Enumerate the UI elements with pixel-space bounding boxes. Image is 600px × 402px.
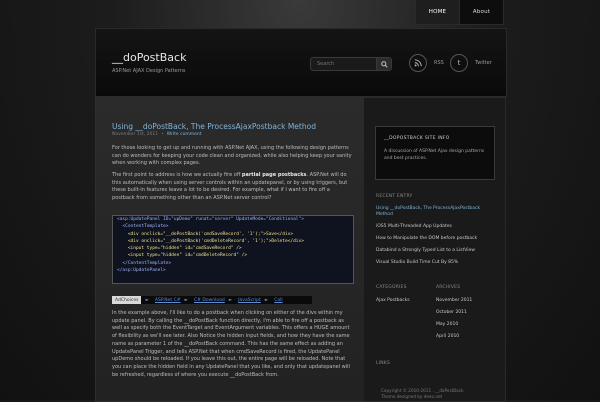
recent-entry-link[interactable]: iOS5 Multi-Threaded App Updates (376, 224, 452, 230)
rss-link[interactable]: RSS (409, 54, 444, 72)
ad-arrow-icon: ► (184, 297, 189, 303)
site-header: __doPostBack ASP.Net AJAX Design Pattern… (95, 28, 507, 97)
rss-icon (409, 54, 427, 72)
top-navigation: HOME About (415, 0, 504, 25)
search-icon (380, 60, 388, 68)
ad-link[interactable]: JavaScript (238, 298, 261, 303)
code-line: <div onclick="__doPostBack('cmdDeleteRec… (117, 238, 304, 244)
ad-link[interactable]: C# Download (194, 298, 225, 303)
recent-entry-heading: RECENT ENTRY (376, 194, 413, 199)
post-paragraph-2: The first point to address is how we act… (112, 172, 352, 203)
site-title[interactable]: __doPostBack (112, 51, 186, 64)
code-line: </asp:UpdatePanel> (117, 268, 166, 274)
recent-entry-link[interactable]: Visual Studio Build Time Cut By 85% (376, 260, 458, 266)
search-button[interactable] (376, 58, 391, 70)
ad-arrow-icon: ► (228, 297, 233, 303)
ad-bar: AdChoices ► ASP.Net C# ► C# Download ► Java… (112, 296, 312, 304)
code-line: <input type="hidden" id="cmdDeleteRecord… (117, 253, 248, 259)
rss-label: RSS (434, 60, 444, 66)
p2-text-before: The first point to address is how we act… (112, 172, 242, 178)
post-meta: November 1st, 2011 • Write comment (112, 132, 201, 137)
search-input[interactable] (311, 61, 376, 67)
twitter-link[interactable]: t Twitter (450, 54, 492, 72)
ad-link[interactable]: Call (274, 298, 282, 303)
archive-link[interactable]: April 2010 (436, 334, 459, 340)
site-info-text: A discussion of ASP.Net Ajax design patt… (384, 149, 485, 161)
code-line: <asp:UpdatePanel ID="upDemo" runat="serv… (117, 217, 304, 222)
site-info-title: __DOPOSTBACK SITE INFO (384, 136, 450, 141)
post-date: November 1st, 2011 (112, 132, 159, 137)
search-box (310, 57, 392, 71)
code-line: <div onclick="__doPostBack('cmdSaveRecor… (117, 231, 294, 237)
sidebar: __DOPOSTBACK SITE INFO A discussion of A… (364, 97, 506, 402)
footer-credit[interactable]: Theme designed by deeo.net (381, 394, 496, 400)
categories-heading: CATEGORIES (376, 285, 407, 290)
category-link[interactable]: Ajax Postbacks (376, 298, 410, 304)
recent-entry-link[interactable]: Databind a Strongly Typed List to a List… (376, 248, 475, 254)
nav-item-home[interactable]: HOME (416, 0, 460, 24)
post-paragraph-1: For those looking to get up and running … (112, 145, 352, 167)
archive-link[interactable]: May 2010 (436, 322, 458, 328)
write-comment-link[interactable]: Write comment (167, 132, 202, 137)
ad-arrow-icon: ► (264, 297, 269, 303)
main-content: Using __doPostBack, The ProcessAjaxPostb… (95, 97, 365, 402)
code-line: <input type="hidden" id="cmdSaveRecord" … (117, 246, 242, 252)
site-info-box: __DOPOSTBACK SITE INFO A discussion of A… (375, 126, 495, 180)
p2-bold-text: partial page postbacks (241, 172, 307, 178)
twitter-icon: t (450, 54, 468, 72)
post-paragraph-3: In the example above, I'll like to do a … (112, 310, 350, 378)
archives-heading: ARCHIVES (436, 285, 461, 290)
code-line: <ContentTemplate> (117, 224, 169, 230)
ad-choices-badge[interactable]: AdChoices (112, 296, 142, 304)
archive-link[interactable]: November 2011 (436, 298, 472, 304)
code-block: <asp:UpdatePanel ID="upDemo" runat="serv… (112, 215, 354, 284)
post-title[interactable]: Using __doPostBack, The ProcessAjaxPostb… (112, 122, 316, 131)
recent-entry-link[interactable]: How to Manipulate the DOM before postbac… (376, 236, 477, 242)
archive-link[interactable]: October 2011 (436, 310, 467, 316)
twitter-label: Twitter (475, 60, 492, 66)
nav-item-about[interactable]: About (460, 0, 503, 24)
ad-arrow-icon: ► (145, 297, 149, 303)
site-tagline: ASP.Net AJAX Design Patterns (112, 68, 186, 74)
code-line: </ContentTemplate> (117, 260, 172, 266)
meta-separator: • (161, 132, 164, 137)
links-heading: LINKS (376, 361, 391, 366)
recent-entry-link[interactable]: Using __doPostBack, The ProcessAjaxPostb… (376, 206, 494, 218)
ad-link[interactable]: ASP.Net C# (155, 298, 181, 303)
